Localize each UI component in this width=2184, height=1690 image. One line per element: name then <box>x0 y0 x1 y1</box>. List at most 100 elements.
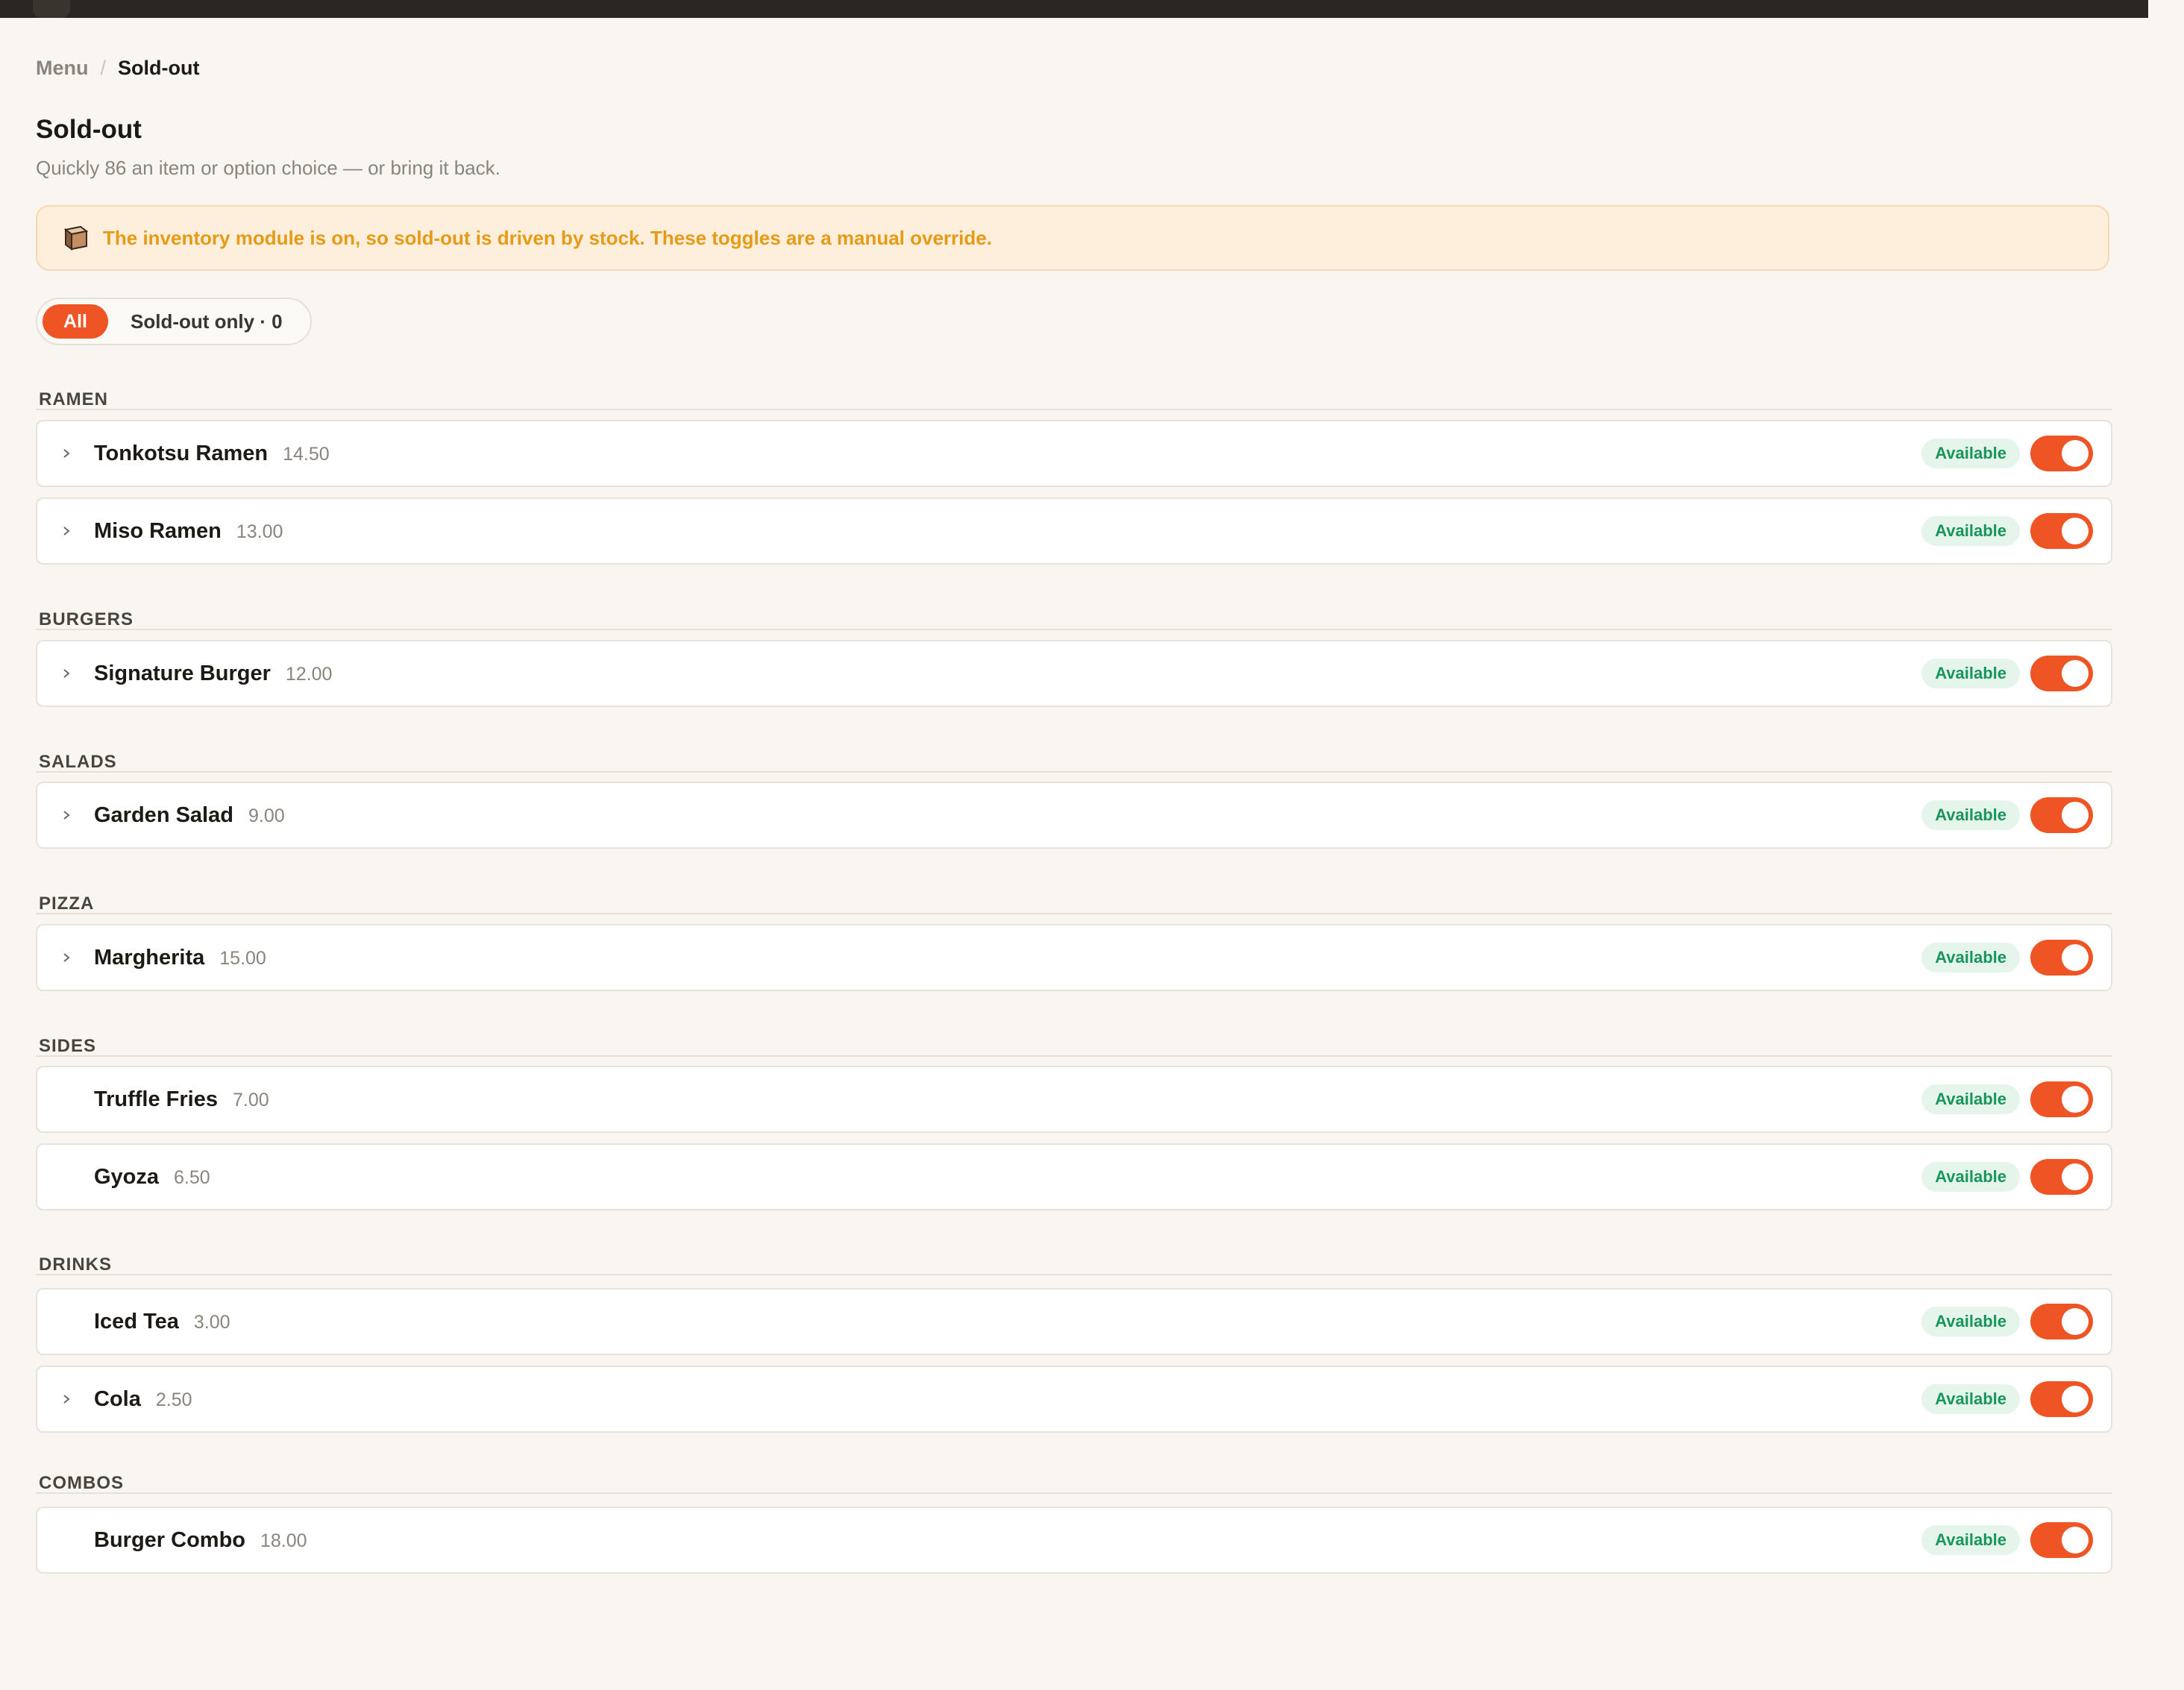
availability-toggle[interactable] <box>2030 1081 2093 1117</box>
section-divider <box>36 629 2112 630</box>
item-name-text: Iced Tea <box>94 1309 179 1334</box>
item-price: 15.00 <box>219 947 266 969</box>
toggle-knob <box>2062 944 2089 971</box>
status-badge: Available <box>1921 659 2020 688</box>
chevron-right-icon[interactable] <box>61 668 72 679</box>
item-name: Iced Tea 3.00 <box>94 1310 230 1334</box>
breadcrumb: Menu / Sold-out <box>36 57 199 80</box>
toggle-knob <box>2062 802 2089 829</box>
availability-toggle[interactable] <box>2030 1522 2093 1558</box>
item-price: 9.00 <box>248 805 285 826</box>
item-name: Gyoza 6.50 <box>94 1165 210 1190</box>
breadcrumb-separator: / <box>100 57 107 79</box>
availability-toggle[interactable] <box>2030 436 2093 471</box>
toggle-knob <box>2062 1527 2089 1554</box>
item-name: Signature Burger 12.00 <box>94 662 332 686</box>
item-name: Burger Combo 18.00 <box>94 1528 307 1553</box>
item-price: 12.00 <box>285 663 333 685</box>
item-price: 14.50 <box>283 443 330 465</box>
menu-item-row[interactable]: Miso Ramen 13.00 Available <box>36 497 2112 565</box>
breadcrumb-menu-link[interactable]: Menu <box>36 57 89 80</box>
section-heading: SIDES <box>39 1036 97 1056</box>
item-name: Miso Ramen 13.00 <box>94 519 283 544</box>
chevron-right-icon[interactable] <box>61 1394 72 1404</box>
section-heading: RAMEN <box>39 389 108 409</box>
menu-item-row[interactable]: Signature Burger 12.00 Available <box>36 640 2112 707</box>
item-name-text: Tonkotsu Ramen <box>94 441 269 465</box>
section-divider <box>36 1274 2112 1275</box>
item-name-text: Gyoza <box>94 1164 160 1189</box>
menu-item-row[interactable]: Margherita 15.00 Available <box>36 924 2112 991</box>
availability-toggle[interactable] <box>2030 797 2093 833</box>
item-name: Garden Salad 9.00 <box>94 803 285 828</box>
chevron-right-icon[interactable] <box>61 810 72 820</box>
page-subtitle: Quickly 86 an item or option choice — or… <box>36 157 501 179</box>
item-price: 3.00 <box>193 1311 230 1333</box>
item-price: 6.50 <box>174 1166 210 1188</box>
toggle-knob <box>2062 440 2089 467</box>
item-name: Truffle Fries 7.00 <box>94 1087 269 1112</box>
toggle-knob <box>2062 518 2089 544</box>
item-price: 7.00 <box>233 1089 269 1111</box>
section-divider <box>36 1492 2112 1494</box>
toggle-knob <box>2062 1308 2089 1335</box>
item-name-text: Garden Salad <box>94 802 233 827</box>
item-name-text: Margherita <box>94 945 205 970</box>
filter-all-button[interactable]: All <box>43 304 108 339</box>
section-divider <box>36 771 2112 773</box>
item-price: 2.50 <box>155 1389 192 1410</box>
top-bar-handle <box>33 0 70 18</box>
status-badge: Available <box>1921 1525 2020 1555</box>
availability-toggle[interactable] <box>2030 1304 2093 1339</box>
status-badge: Available <box>1921 1162 2020 1192</box>
section-divider <box>36 409 2112 410</box>
chevron-right-icon[interactable] <box>61 952 72 963</box>
menu-item-row[interactable]: Cola 2.50 Available <box>36 1366 2112 1433</box>
availability-toggle[interactable] <box>2030 940 2093 976</box>
section-divider <box>36 1055 2112 1057</box>
toggle-knob <box>2062 1086 2089 1113</box>
chevron-right-icon[interactable] <box>61 448 72 459</box>
item-name: Cola 2.50 <box>94 1387 192 1412</box>
item-name-text: Burger Combo <box>94 1527 245 1552</box>
menu-item-row[interactable]: Tonkotsu Ramen 14.50 Available <box>36 420 2112 487</box>
item-name-text: Miso Ramen <box>94 518 222 543</box>
item-price: 13.00 <box>236 521 283 542</box>
filter-sold-out-only-button[interactable]: Sold-out only · 0 <box>131 310 283 333</box>
filter-segmented-control: All Sold-out only · 0 <box>36 298 312 345</box>
status-badge: Available <box>1921 943 2020 973</box>
menu-item-row: Gyoza 6.50 Available <box>36 1143 2112 1210</box>
chevron-right-icon[interactable] <box>61 526 72 536</box>
breadcrumb-current: Sold-out <box>118 57 200 79</box>
section-heading: DRINKS <box>39 1254 113 1275</box>
box-icon <box>63 225 89 251</box>
page-title: Sold-out <box>36 115 142 144</box>
item-name: Margherita 15.00 <box>94 946 266 970</box>
item-name-text: Signature Burger <box>94 661 271 685</box>
availability-toggle[interactable] <box>2030 656 2093 691</box>
toggle-knob <box>2062 1163 2089 1190</box>
status-badge: Available <box>1921 1084 2020 1114</box>
section-heading: BURGERS <box>39 609 134 629</box>
menu-item-row: Iced Tea 3.00 Available <box>36 1288 2112 1355</box>
availability-toggle[interactable] <box>2030 513 2093 549</box>
item-name: Tonkotsu Ramen 14.50 <box>94 442 330 466</box>
status-badge: Available <box>1921 439 2020 468</box>
availability-toggle[interactable] <box>2030 1159 2093 1195</box>
availability-toggle[interactable] <box>2030 1381 2093 1417</box>
status-badge: Available <box>1921 1307 2020 1336</box>
menu-item-row: Truffle Fries 7.00 Available <box>36 1066 2112 1133</box>
status-badge: Available <box>1921 1384 2020 1414</box>
section-heading: COMBOS <box>39 1473 124 1493</box>
toggle-knob <box>2062 660 2089 687</box>
section-divider <box>36 913 2112 914</box>
section-heading: PIZZA <box>39 893 95 914</box>
inventory-notice: The inventory module is on, so sold-out … <box>36 205 2109 271</box>
item-price: 18.00 <box>260 1530 307 1551</box>
section-heading: SALADS <box>39 752 117 772</box>
menu-item-row[interactable]: Garden Salad 9.00 Available <box>36 782 2112 849</box>
item-name-text: Truffle Fries <box>94 1087 218 1111</box>
notice-text: The inventory module is on, so sold-out … <box>103 226 992 249</box>
menu-item-row: Burger Combo 18.00 Available <box>36 1507 2112 1574</box>
top-app-bar <box>0 0 2148 18</box>
